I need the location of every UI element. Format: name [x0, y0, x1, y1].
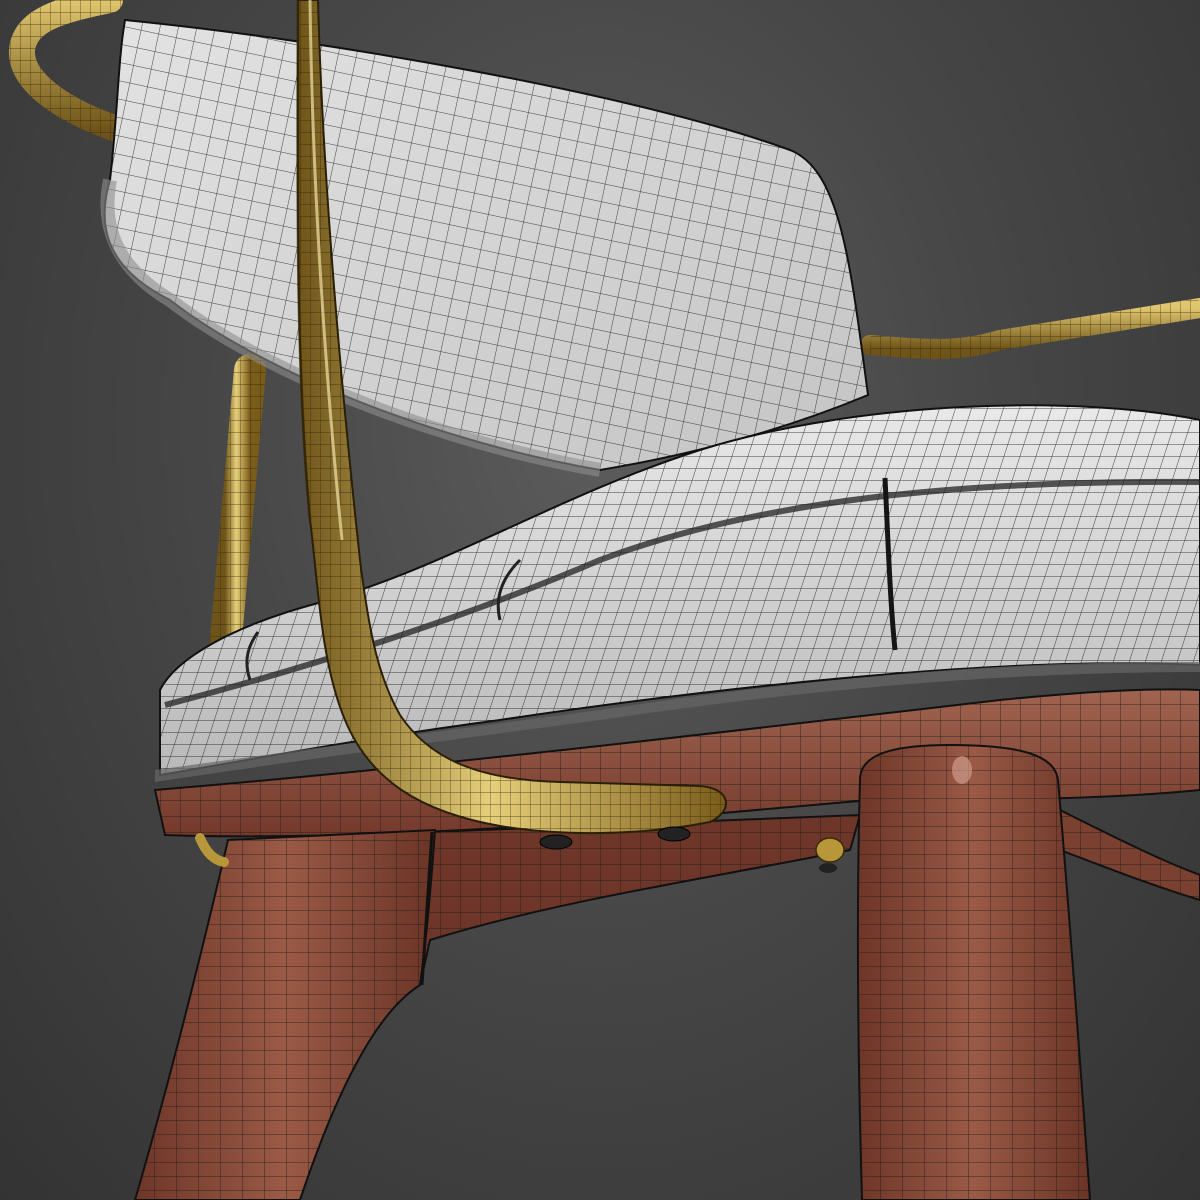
render-viewport	[0, 0, 1200, 1200]
wood-leg-front-left	[133, 828, 437, 1200]
wood-leg-front-right	[856, 743, 1092, 1200]
brass-armrest-rear-foot	[195, 833, 229, 867]
backrest-cushion	[100, 18, 870, 477]
brass-rod-rear	[209, 354, 266, 666]
brass-armrest-right	[860, 298, 1200, 359]
chair-wireframe-scene	[9, 0, 1200, 1200]
brass-frame-back-left	[9, 0, 133, 143]
